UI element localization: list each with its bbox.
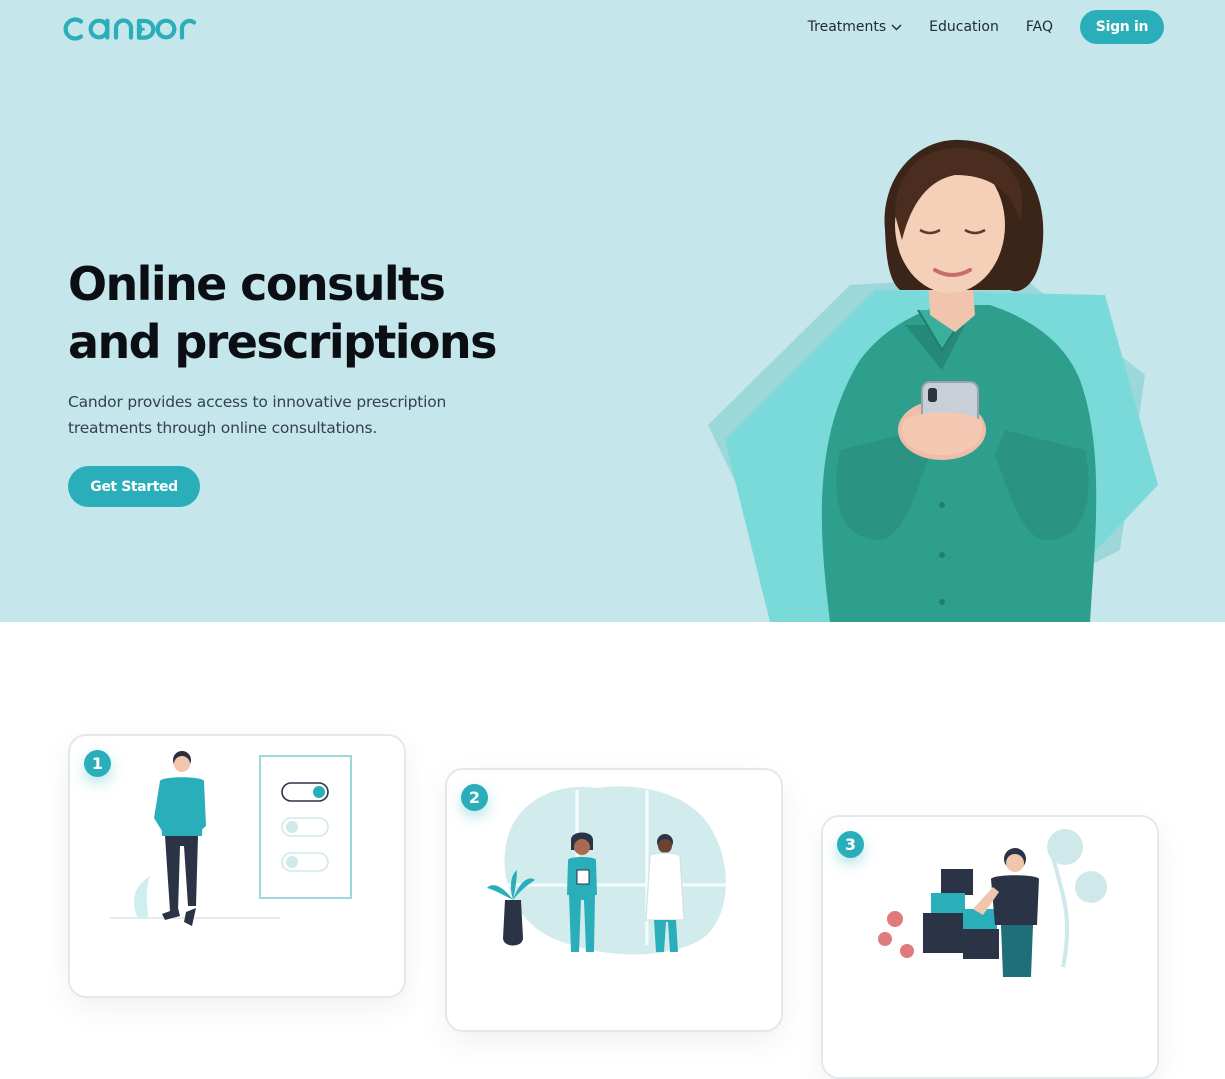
nav-education-label: Education: [929, 19, 999, 35]
person-settings-toggles-illustration: [110, 751, 352, 926]
chevron-down-icon: [891, 24, 902, 30]
nav-faq-label: FAQ: [1025, 19, 1053, 35]
nav-education[interactable]: Education: [929, 19, 999, 35]
nav-treatments-label: Treatments: [807, 19, 887, 35]
nav-faq[interactable]: FAQ: [1026, 19, 1053, 35]
candor-logo[interactable]: candor: [62, 10, 212, 46]
main-nav: Treatments Education FAQ Sign in: [808, 10, 1164, 44]
step-number-badge: 3: [837, 831, 864, 858]
nav-treatments[interactable]: Treatments: [808, 19, 903, 35]
hero-headline-line1: Online consults: [68, 257, 446, 311]
hero-headline: Online consults and prescriptions: [68, 255, 588, 371]
hero-subtext: Candor provides access to innovative pre…: [68, 393, 447, 437]
hero-section: candor Treatments: [0, 0, 1225, 622]
step-card-2: 2: [445, 768, 783, 1032]
doctors-clinic-illustration: [487, 786, 727, 955]
hero-headline-line2: and prescriptions: [68, 315, 497, 369]
step-number-badge: 1: [84, 750, 111, 777]
step-card-1: 1: [68, 734, 406, 998]
signin-button[interactable]: Sign in: [1080, 10, 1164, 44]
step-number-badge: 2: [461, 784, 488, 811]
delivery-boxes-illustration: [878, 829, 1107, 977]
step-card-3: 3: [821, 815, 1159, 1079]
hero-woman-phone-image: [708, 139, 1158, 622]
get-started-button[interactable]: Get Started: [68, 466, 200, 507]
